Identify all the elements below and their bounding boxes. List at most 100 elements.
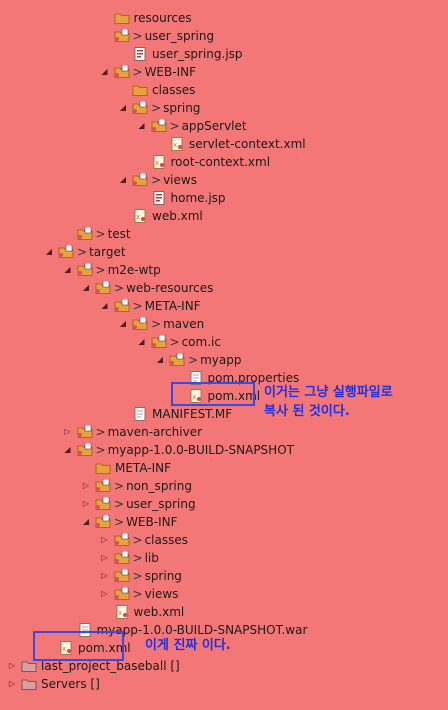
jsp-icon <box>151 191 167 205</box>
collapse-arrow-icon[interactable]: ▷ <box>100 553 110 563</box>
tree-item-label: non_spring <box>126 479 192 493</box>
expand-arrow-icon[interactable]: ◢ <box>44 247 54 257</box>
dirty-marker-icon: > <box>95 227 106 241</box>
collapse-arrow-icon[interactable]: ▷ <box>100 589 110 599</box>
dirty-marker-icon: > <box>169 335 180 349</box>
xml-icon: x <box>188 389 204 403</box>
tree-item[interactable]: x web.xml <box>118 207 204 225</box>
tree-item-label: web.xml <box>152 209 203 223</box>
tree-item[interactable]: ◢ > target <box>44 243 127 261</box>
tree-item[interactable]: ◢ > maven <box>118 315 205 333</box>
tree-item[interactable]: ▷ > spring <box>100 567 183 585</box>
svg-text:x: x <box>62 645 66 653</box>
expand-arrow-icon[interactable]: ◢ <box>100 301 110 311</box>
pkgfolder-icon <box>114 65 130 79</box>
pkgfolder-icon <box>114 551 130 565</box>
expand-arrow-icon[interactable]: ◢ <box>137 121 147 131</box>
tree-item[interactable]: ◢ > m2e-wtp <box>63 261 162 279</box>
dirty-marker-icon: > <box>188 353 199 367</box>
pkgfolder-icon <box>58 245 74 259</box>
dirty-marker-icon: > <box>132 587 143 601</box>
collapse-arrow-icon[interactable]: ▷ <box>7 661 17 671</box>
tree-item[interactable]: ◢ > appServlet <box>137 117 248 135</box>
tree-item-label: myapp <box>200 353 242 367</box>
dirty-marker-icon: > <box>95 263 106 277</box>
tree-item-label: views <box>144 587 179 601</box>
expand-arrow-icon[interactable]: ◢ <box>81 517 91 527</box>
dirty-marker-icon: > <box>132 299 143 313</box>
pkgfolder-icon <box>95 497 111 511</box>
tree-item[interactable]: ▷ Servers [] <box>7 675 101 693</box>
tree-item[interactable]: user_spring.jsp <box>118 45 244 63</box>
dirty-marker-icon: > <box>151 101 162 115</box>
tree-item[interactable]: ◢ > WEB-INF <box>100 63 198 81</box>
tree-item-label: META-INF <box>115 461 172 475</box>
tree-item[interactable]: x pom.xml <box>44 639 132 657</box>
tree-item-label: spring <box>144 569 182 583</box>
expand-arrow-icon[interactable]: ◢ <box>81 283 91 293</box>
project-explorer-tree: resources > user_spring user_spring.jsp ◢ > WE… <box>0 0 448 710</box>
expand-arrow-icon[interactable]: ◢ <box>63 265 73 275</box>
tree-item[interactable]: x web.xml <box>100 603 186 621</box>
expand-arrow-icon[interactable]: ◢ <box>118 175 128 185</box>
annotation-real-note: 이게 진짜 이다. <box>145 638 231 653</box>
collapse-arrow-icon[interactable]: ▷ <box>100 571 110 581</box>
tree-item-label: WEB-INF <box>126 515 178 529</box>
annotation-copy-note: 이거는 그냥 실행파일로 복사 된 것이다. <box>264 383 393 421</box>
pkgfolder-icon <box>95 479 111 493</box>
tree-item-label: last_project_baseball [] <box>41 659 180 673</box>
tree-item-label: spring <box>163 101 201 115</box>
folder-icon <box>132 83 148 97</box>
tree-item[interactable]: > user_spring <box>100 27 216 45</box>
tree-item[interactable]: ▷ last_project_baseball [] <box>7 657 181 675</box>
tree-item[interactable]: ◢ > web-resources <box>81 279 214 297</box>
tree-item[interactable]: ◢ > spring <box>118 99 201 117</box>
collapse-arrow-icon[interactable]: ▷ <box>81 481 91 491</box>
tree-item-label: classes <box>152 83 196 97</box>
tree-item[interactable]: ◢ > com.ic <box>137 333 222 351</box>
tree-item-label: resources <box>133 11 192 25</box>
collapse-arrow-icon[interactable]: ▷ <box>7 679 17 689</box>
tree-item[interactable]: ▷ > maven-archiver <box>63 423 204 441</box>
expand-arrow-icon[interactable]: ◢ <box>63 445 73 455</box>
tree-item[interactable]: META-INF <box>81 459 172 477</box>
tree-item[interactable]: x pom.xml <box>174 387 262 405</box>
tree-item[interactable]: ▷ > non_spring <box>81 477 193 495</box>
tree-item[interactable]: ◢ > META-INF <box>100 297 202 315</box>
expand-arrow-icon[interactable]: ◢ <box>118 103 128 113</box>
tree-item-label: m2e-wtp <box>107 263 161 277</box>
tree-item[interactable]: ▷ > classes <box>100 531 190 549</box>
tree-item-label: com.ic <box>181 335 221 349</box>
tree-item-label: views <box>163 173 197 187</box>
tree-item[interactable]: ▷ > lib <box>100 549 160 567</box>
tree-item[interactable]: ◢ > WEB-INF <box>81 513 179 531</box>
tree-item-label: web-resources <box>126 281 214 295</box>
tree-item[interactable]: ▷ > user_spring <box>81 495 197 513</box>
tree-item[interactable]: > test <box>63 225 132 243</box>
dirty-marker-icon: > <box>95 443 106 457</box>
tree-item[interactable]: x root-context.xml <box>137 153 272 171</box>
tree-item[interactable]: x servlet-context.xml <box>155 135 307 153</box>
tree-item[interactable]: resources <box>100 9 193 27</box>
collapse-arrow-icon[interactable]: ▷ <box>81 499 91 509</box>
pkgfolder-icon <box>95 281 111 295</box>
tree-item[interactable]: ◢ > myapp <box>155 351 242 369</box>
collapse-arrow-icon[interactable]: ▷ <box>63 427 73 437</box>
expand-arrow-icon[interactable]: ◢ <box>155 355 165 365</box>
folder-icon <box>114 11 130 25</box>
tree-item[interactable]: classes <box>118 81 196 99</box>
tree-item[interactable]: MANIFEST.MF <box>118 405 233 423</box>
expand-arrow-icon[interactable]: ◢ <box>100 67 110 77</box>
pkgfolder-icon <box>114 533 130 547</box>
file-icon <box>77 623 93 637</box>
tree-item-label: home.jsp <box>170 191 226 205</box>
xml-icon: x <box>169 137 185 151</box>
pkgfolder-icon <box>114 587 130 601</box>
expand-arrow-icon[interactable]: ◢ <box>118 319 128 329</box>
expand-arrow-icon[interactable]: ◢ <box>137 337 147 347</box>
collapse-arrow-icon[interactable]: ▷ <box>100 535 110 545</box>
tree-item[interactable]: ◢ > myapp-1.0.0-BUILD-SNAPSHOT <box>63 441 295 459</box>
tree-item[interactable]: ▷ > views <box>100 585 180 603</box>
tree-item[interactable]: home.jsp <box>137 189 227 207</box>
tree-item[interactable]: ◢ > views <box>118 171 198 189</box>
